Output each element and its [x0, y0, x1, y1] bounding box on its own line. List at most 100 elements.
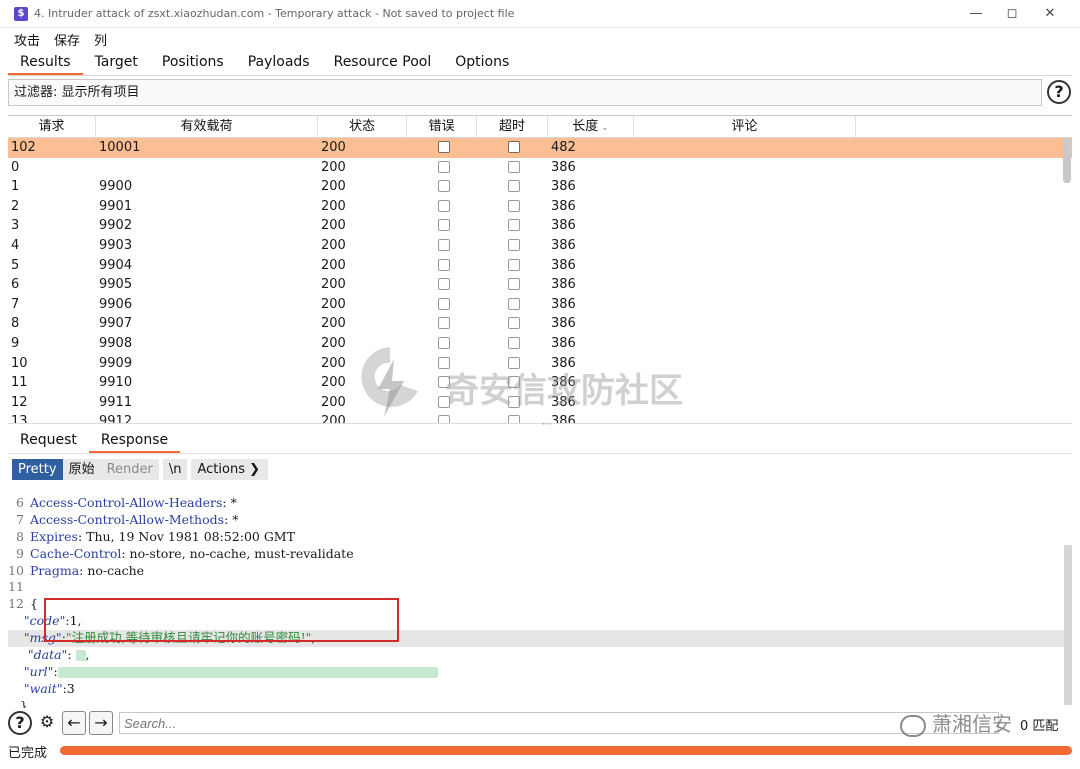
cell-error — [407, 295, 477, 315]
error-checkbox[interactable] — [438, 258, 450, 271]
table-row[interactable]: 5 9904 200 386 — [8, 256, 1072, 276]
cell-timeout — [477, 275, 548, 295]
cell-comment — [634, 158, 856, 178]
column-header-timeout[interactable]: 超时 — [477, 116, 548, 138]
table-scrollbar[interactable] — [1063, 138, 1071, 183]
cell-payload: 9909 — [99, 355, 133, 371]
next-match-button[interactable]: → — [89, 711, 113, 735]
table-row[interactable]: 6 9905 200 386 — [8, 275, 1072, 295]
cell-error — [407, 158, 477, 178]
cell-request: 12 — [11, 394, 28, 410]
menu-columns[interactable]: 列 — [94, 30, 107, 49]
error-checkbox[interactable] — [438, 199, 450, 212]
table-row[interactable]: 1 9900 200 386 — [8, 177, 1072, 197]
column-header-length[interactable]: 长度 ⌄ — [548, 116, 634, 138]
cell-error — [407, 197, 477, 217]
timeout-checkbox[interactable] — [508, 199, 520, 212]
render-button[interactable]: Render — [100, 458, 159, 480]
table-row[interactable]: 8 9907 200 386 — [8, 314, 1072, 334]
wechat-watermark-text: 萧湘信安 — [932, 712, 1012, 736]
raw-button[interactable]: 原始 — [62, 458, 101, 480]
line-number: 6 — [16, 495, 24, 510]
table-row[interactable]: 2 9901 200 386 — [8, 197, 1072, 217]
timeout-checkbox[interactable] — [508, 219, 520, 232]
window-title: 4. Intruder attack of zsxt.xiaozhudan.co… — [34, 7, 515, 20]
error-checkbox[interactable] — [438, 160, 450, 173]
cell-error — [407, 275, 477, 295]
cell-error — [407, 177, 477, 197]
menu-bar: 攻击 保存 列 — [0, 28, 1080, 50]
help-icon[interactable]: ? — [8, 711, 32, 735]
error-checkbox[interactable] — [438, 278, 450, 291]
table-row[interactable]: 7 9906 200 386 — [8, 295, 1072, 315]
cell-status: 200 — [321, 198, 346, 214]
code-line-18: } — [8, 698, 1072, 708]
title-bar: $ 4. Intruder attack of zsxt.xiaozhudan.… — [0, 0, 1080, 28]
timeout-checkbox[interactable] — [508, 238, 520, 251]
cell-length: 386 — [551, 296, 576, 312]
cell-length: 386 — [551, 218, 576, 234]
cell-timeout — [477, 177, 548, 197]
timeout-checkbox[interactable] — [508, 141, 520, 153]
actions-dropdown[interactable]: Actions ❯ — [191, 458, 269, 480]
error-checkbox[interactable] — [438, 180, 450, 193]
gear-icon[interactable]: ⚙ — [35, 711, 59, 735]
tab-positions[interactable]: Positions — [150, 51, 236, 75]
close-icon[interactable]: ✕ — [1040, 4, 1060, 24]
column-header-status[interactable]: 状态 — [318, 116, 407, 138]
column-header-payload[interactable]: 有效载荷 — [96, 116, 318, 138]
error-checkbox[interactable] — [438, 317, 450, 330]
newline-toggle-button[interactable]: \n — [162, 458, 188, 480]
menu-save[interactable]: 保存 — [54, 30, 80, 49]
cell-comment — [634, 275, 856, 295]
message-tabs: Request Response — [8, 430, 1072, 454]
column-header-error[interactable]: 错误 — [407, 116, 477, 138]
column-header-comment[interactable]: 评论 — [634, 116, 856, 138]
watermark-logo-icon — [361, 347, 418, 417]
response-scrollbar[interactable] — [1064, 545, 1072, 705]
cell-request: 9 — [11, 335, 20, 351]
header-value: { — [30, 596, 38, 612]
table-row[interactable]: 102 10001 200 482 — [8, 138, 1072, 158]
cell-payload: 9901 — [99, 198, 133, 214]
splitter-handle-icon[interactable]: ⋯ — [542, 419, 552, 430]
cell-status: 200 — [321, 277, 346, 293]
pane-splitter[interactable]: ⋯ — [8, 419, 1072, 430]
cell-payload: 9903 — [99, 237, 133, 253]
cell-timeout — [477, 236, 548, 256]
error-checkbox[interactable] — [438, 219, 450, 232]
minimize-icon[interactable]: — — [966, 4, 986, 24]
timeout-checkbox[interactable] — [508, 317, 520, 330]
filter-bar[interactable]: 过滤器: 显示所有项目 — [8, 79, 1042, 106]
help-icon[interactable]: ? — [1047, 80, 1071, 104]
tab-request[interactable]: Request — [8, 430, 89, 453]
cell-request: 3 — [11, 218, 20, 234]
previous-match-button[interactable]: ← — [62, 711, 86, 735]
error-checkbox[interactable] — [438, 297, 450, 310]
tab-results[interactable]: Results — [8, 51, 83, 75]
tab-payloads[interactable]: Payloads — [236, 51, 322, 75]
maximize-icon[interactable]: ◻ — [1002, 4, 1022, 24]
column-header-request[interactable]: 请求 — [8, 116, 96, 138]
cell-timeout — [477, 158, 548, 178]
timeout-checkbox[interactable] — [508, 278, 520, 291]
timeout-checkbox[interactable] — [508, 258, 520, 271]
table-row[interactable]: 4 9903 200 386 — [8, 236, 1072, 256]
cell-error — [407, 236, 477, 256]
timeout-checkbox[interactable] — [508, 297, 520, 310]
timeout-checkbox[interactable] — [508, 180, 520, 193]
error-checkbox[interactable] — [438, 141, 450, 153]
error-checkbox[interactable] — [438, 238, 450, 251]
menu-attack[interactable]: 攻击 — [14, 30, 40, 49]
table-row[interactable]: 3 9902 200 386 — [8, 216, 1072, 236]
tab-resource-pool[interactable]: Resource Pool — [322, 51, 444, 75]
table-row[interactable]: 0 200 386 — [8, 158, 1072, 178]
tab-response[interactable]: Response — [88, 430, 181, 453]
search-input[interactable] — [119, 712, 999, 734]
response-viewer[interactable]: 6 Access-Control-Allow-Headers: * 7 Access-… — [8, 486, 1072, 708]
pretty-button[interactable]: Pretty — [12, 458, 63, 480]
timeout-checkbox[interactable] — [508, 160, 520, 173]
tab-options[interactable]: Options — [443, 51, 521, 75]
tab-target[interactable]: Target — [83, 51, 150, 75]
cell-comment — [634, 138, 856, 158]
